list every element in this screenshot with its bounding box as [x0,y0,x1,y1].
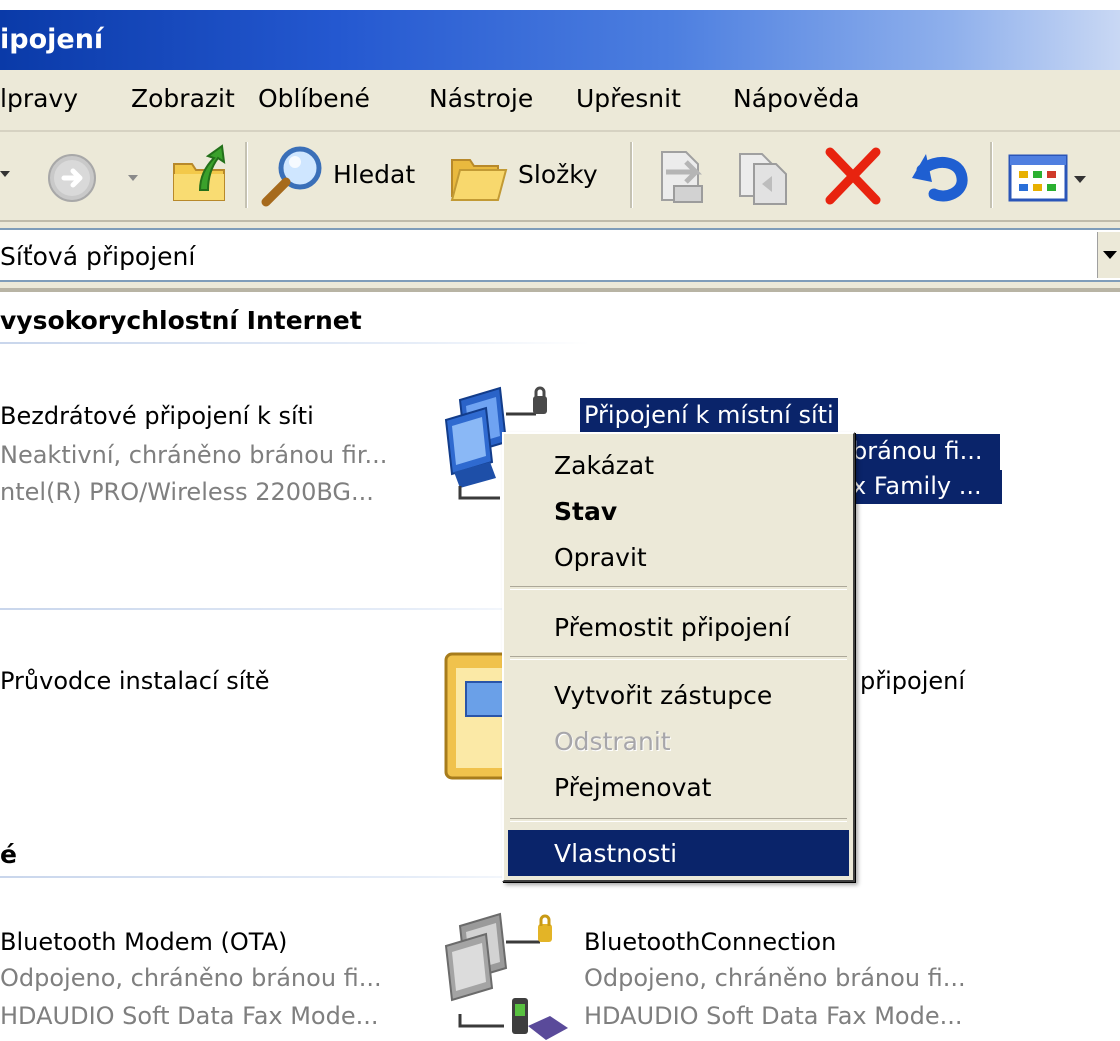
menu-item-delete-label: Odstranit [554,727,671,756]
menu-bar: lpravy Zobrazit Oblíbené Nástroje Upřesn… [0,70,1120,132]
window-title: ipojení [0,24,104,55]
local-connection-device: x Family ... [850,470,1002,504]
menu-item-bridge[interactable]: Přemostit připojení [508,604,849,650]
bluetooth-modem-device: HDAUDIO Soft Data Fax Mode... [0,1002,379,1030]
menu-item-properties-label: Vlastnosti [554,839,678,868]
bluetooth-connection-device: HDAUDIO Soft Data Fax Mode... [584,1002,963,1030]
wireless-connection-device: ntel(R) PRO/Wireless 2200BG... [0,478,374,506]
menu-separator [510,818,847,822]
bluetooth-modem-status: Odpojeno, chráněno bránou fi... [0,964,382,992]
copy-to-icon[interactable] [732,146,798,208]
menu-advanced[interactable]: Upřesnit [576,84,681,113]
network-setup-wizard[interactable]: Průvodce instalací sítě [0,667,270,695]
menu-item-disable-label: Zakázat [554,451,655,480]
group-header-other: é [0,840,17,869]
menu-item-bridge-label: Přemostit připojení [554,613,791,642]
wireless-connection-status: Neaktivní, chráněno bránou fir... [0,441,388,469]
menu-item-create-shortcut[interactable]: Vytvořit zástupce [508,672,849,718]
menu-separator [510,656,847,660]
toolbar-separator [245,142,248,208]
back-dropdown-icon[interactable] [0,168,12,182]
menu-view[interactable]: Zobrazit [131,84,235,113]
forward-icon[interactable] [46,152,98,204]
menu-item-status[interactable]: Stav [508,488,849,534]
wizard-icon[interactable] [444,652,504,780]
menu-item-repair-label: Opravit [554,543,647,572]
menu-favorites[interactable]: Oblíbené [258,84,370,113]
local-connection-status: bránou fi... [850,434,1000,470]
menu-item-disable[interactable]: Zakázat [508,442,849,488]
menu-separator [510,586,847,590]
address-value: Síťová připojení [0,242,196,271]
delete-icon[interactable] [822,146,884,206]
menu-help[interactable]: Nápověda [733,84,860,113]
address-field[interactable]: Síťová připojení [0,228,1120,282]
menu-item-rename[interactable]: Přejmenovat [508,764,849,810]
menu-tools[interactable]: Nástroje [429,84,533,113]
toolbar-separator [630,142,633,208]
wireless-connection-name[interactable]: Bezdrátové připojení k síti [0,402,314,430]
group-divider [0,342,590,344]
address-dropdown-button[interactable] [1097,232,1120,278]
title-bar: ipojení [0,0,1120,70]
local-connection-name[interactable]: Připojení k místní síti [580,398,838,434]
bluetooth-modem-name[interactable]: Bluetooth Modem (OTA) [0,928,287,956]
menu-item-properties[interactable]: Vlastnosti [508,830,849,876]
menu-item-delete[interactable]: Odstranit [508,718,849,764]
context-menu: Zakázat Stav Opravit Přemostit připojení… [502,432,855,882]
forward-dropdown-icon[interactable] [127,173,139,183]
folder-up-icon[interactable] [170,142,230,206]
views-icon[interactable] [1008,150,1090,206]
search-button-label[interactable]: Hledat [333,160,415,189]
folders-icon[interactable] [448,144,514,206]
menu-edit[interactable]: lpravy [0,84,78,113]
menu-item-repair[interactable]: Opravit [508,534,849,580]
divider [0,288,1120,292]
bluetooth-connection-status: Odpojeno, chráněno bránou fi... [584,964,966,992]
group-header-high-speed: vysokorychlostní Internet [0,306,362,335]
address-bar: Síťová připojení [0,222,1120,292]
folders-button-label[interactable]: Složky [518,160,598,189]
search-icon[interactable] [258,142,328,208]
toolbar: Hledat Složky [0,132,1120,222]
bluetooth-connection-name[interactable]: BluetoothConnection [584,928,836,956]
menu-item-status-label: Stav [554,497,618,526]
menu-item-create-shortcut-label: Vytvořit zástupce [554,681,773,710]
bluetooth-connection-icon[interactable] [440,912,570,1041]
move-to-icon[interactable] [652,146,712,206]
undo-icon[interactable] [906,144,972,206]
new-connection-wizard[interactable]: připojení [860,667,965,695]
toolbar-separator [990,142,993,208]
menu-item-rename-label: Přejmenovat [554,773,712,802]
